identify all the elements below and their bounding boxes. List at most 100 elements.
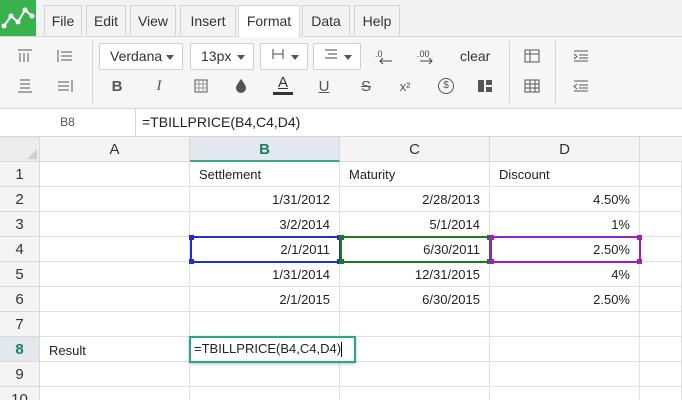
cell-d10[interactable] <box>490 387 640 400</box>
bold-button[interactable]: B <box>104 73 130 99</box>
strikethrough-button[interactable]: S <box>353 73 379 99</box>
cell-d6[interactable]: 2.50% <box>490 287 640 312</box>
cell-d4[interactable]: 2.50% <box>490 237 640 262</box>
column-header-a[interactable]: A <box>40 137 190 162</box>
cell-c1[interactable]: Maturity <box>340 162 490 187</box>
menu-edit[interactable]: Edit <box>86 5 126 35</box>
cell-b6[interactable]: 2/1/2015 <box>190 287 340 312</box>
row-header-9[interactable]: 9 <box>0 362 40 387</box>
column-header-b[interactable]: B <box>190 137 340 162</box>
cell-b4[interactable]: 2/1/2011 <box>190 237 340 262</box>
cell-c4[interactable]: 6/30/2011 <box>340 237 490 262</box>
cell-d7[interactable] <box>490 312 640 337</box>
cell-c7[interactable] <box>340 312 490 337</box>
cell-c3[interactable]: 5/1/2014 <box>340 212 490 237</box>
cell-d1[interactable]: Discount <box>490 162 640 187</box>
cell-a4[interactable] <box>40 237 190 262</box>
cell-b1[interactable]: Settlement <box>190 162 340 187</box>
menu-data[interactable]: Data <box>302 5 350 35</box>
cell-c9[interactable] <box>340 362 490 387</box>
menu-format[interactable]: Format <box>238 5 300 37</box>
cell-e7[interactable] <box>640 312 682 337</box>
borders-select[interactable] <box>260 43 308 70</box>
formula-input[interactable]: =TBILLPRICE(B4,C4,D4) <box>142 109 300 136</box>
cell-a1[interactable] <box>40 162 190 187</box>
cell-c6[interactable]: 6/30/2015 <box>340 287 490 312</box>
font-family-select[interactable]: Verdana <box>99 43 183 70</box>
menu-file[interactable]: File <box>44 5 82 35</box>
currency-icon[interactable]: $ <box>433 73 459 99</box>
cell-editor-b8[interactable]: =TBILLPRICE(B4,C4,D4) <box>189 336 356 363</box>
cell-a9[interactable] <box>40 362 190 387</box>
superscript-button[interactable]: x² <box>392 73 418 99</box>
menu-view[interactable]: View <box>130 5 176 35</box>
cell-b10[interactable] <box>190 387 340 400</box>
cell-b3[interactable]: 3/2/2014 <box>190 212 340 237</box>
cell-c10[interactable] <box>340 387 490 400</box>
cell-e2[interactable] <box>640 187 682 212</box>
cell-c2[interactable]: 2/28/2013 <box>340 187 490 212</box>
cell-b7[interactable] <box>190 312 340 337</box>
align-select[interactable] <box>313 43 361 70</box>
table-grid-icon[interactable] <box>519 73 545 99</box>
cell-e3[interactable] <box>640 212 682 237</box>
cell-e8[interactable] <box>640 337 682 362</box>
app-logo-icon[interactable] <box>0 0 36 36</box>
row-header-7[interactable]: 7 <box>0 312 40 337</box>
insert-table-icon[interactable] <box>519 43 545 69</box>
increase-decimal-icon[interactable]: .00 <box>414 43 440 69</box>
clear-format-button[interactable]: clear <box>460 48 490 64</box>
increase-row-height-icon[interactable] <box>12 43 38 69</box>
increase-col-width-icon[interactable] <box>52 43 78 69</box>
menu-help[interactable]: Help <box>354 5 400 35</box>
cell-a2[interactable] <box>40 187 190 212</box>
cell-e5[interactable] <box>640 262 682 287</box>
cell-a10[interactable] <box>40 387 190 400</box>
font-size-select[interactable]: 13px <box>190 43 254 70</box>
cell-a7[interactable] <box>40 312 190 337</box>
cell-a6[interactable] <box>40 287 190 312</box>
fill-color-icon[interactable] <box>228 73 254 99</box>
cell-b2[interactable]: 1/31/2012 <box>190 187 340 212</box>
row-header-2[interactable]: 2 <box>0 187 40 212</box>
cell-e9[interactable] <box>640 362 682 387</box>
cell-c5[interactable]: 12/31/2015 <box>340 262 490 287</box>
text-color-button[interactable]: A <box>270 71 296 97</box>
fill-pattern-icon[interactable] <box>188 73 214 99</box>
indent-increase-icon[interactable] <box>568 43 594 69</box>
cell-a3[interactable] <box>40 212 190 237</box>
decrease-row-height-icon[interactable] <box>12 73 38 99</box>
cell-e1[interactable] <box>640 162 682 187</box>
indent-decrease-icon[interactable] <box>568 73 594 99</box>
cell-c8[interactable] <box>340 337 490 362</box>
decrease-decimal-icon[interactable]: .0 <box>372 43 398 69</box>
row-header-5[interactable]: 5 <box>0 262 40 287</box>
cell-b9[interactable] <box>190 362 340 387</box>
format-painter-icon[interactable] <box>472 73 498 99</box>
select-all-corner[interactable] <box>0 137 40 162</box>
decrease-col-width-icon[interactable] <box>52 73 78 99</box>
cell-d8[interactable] <box>490 337 640 362</box>
cell-a8[interactable]: Result <box>40 337 190 362</box>
menu-insert[interactable]: Insert <box>180 5 236 35</box>
name-box[interactable]: B8 <box>0 109 136 136</box>
cell-d5[interactable]: 4% <box>490 262 640 287</box>
column-header-d[interactable]: D <box>490 137 640 162</box>
cell-a5[interactable] <box>40 262 190 287</box>
cell-e6[interactable] <box>640 287 682 312</box>
cell-b5[interactable]: 1/31/2014 <box>190 262 340 287</box>
column-header-c[interactable]: C <box>340 137 490 162</box>
cell-d2[interactable]: 4.50% <box>490 187 640 212</box>
row-header-4[interactable]: 4 <box>0 237 40 262</box>
cell-d9[interactable] <box>490 362 640 387</box>
cell-e10[interactable] <box>640 387 682 400</box>
underline-button[interactable]: U <box>311 73 337 99</box>
row-header-6[interactable]: 6 <box>0 287 40 312</box>
row-header-8[interactable]: 8 <box>0 337 40 362</box>
italic-button[interactable]: I <box>146 73 172 99</box>
cell-d3[interactable]: 1% <box>490 212 640 237</box>
row-header-10[interactable]: 10 <box>0 387 40 400</box>
cell-e4[interactable] <box>640 237 682 262</box>
row-header-1[interactable]: 1 <box>0 162 40 187</box>
row-header-3[interactable]: 3 <box>0 212 40 237</box>
